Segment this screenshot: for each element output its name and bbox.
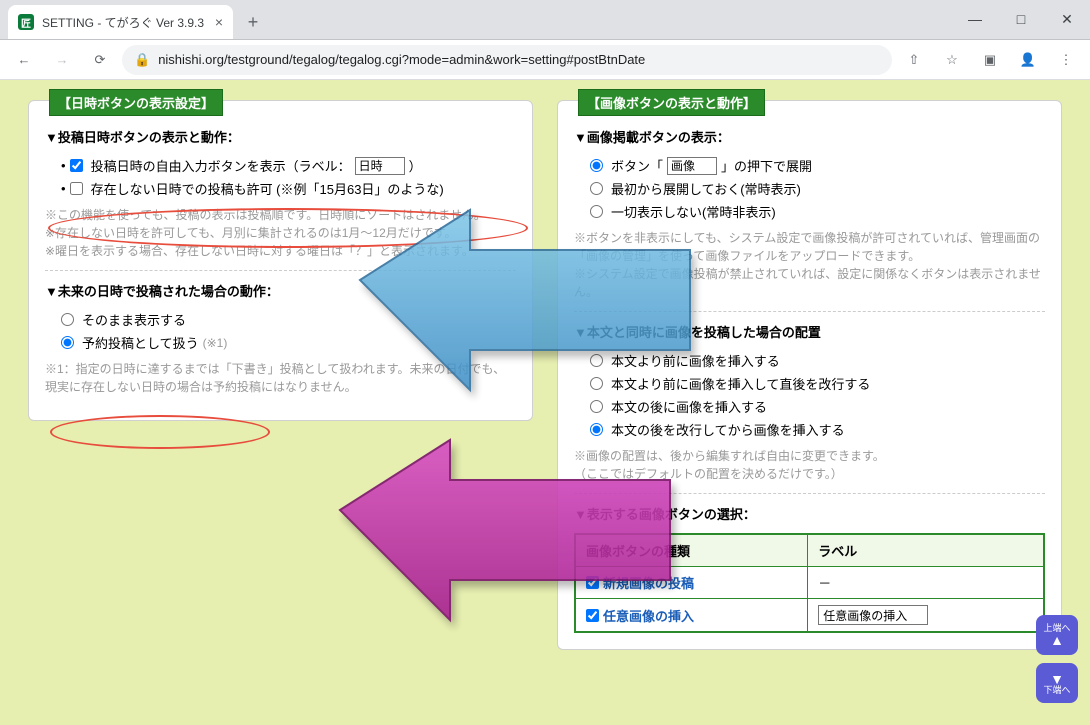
section-head-future: ▼未来の日時で投稿された場合の動作： [45,281,516,300]
radio-pos-after[interactable] [590,400,603,413]
browser-tab[interactable]: 匠 SETTING - てがろぐ Ver 3.9.3 × [8,5,233,39]
note-image-display: ※ボタンを非表示にしても、システム設定で画像投稿が許可されていれば、管理画面の「… [574,229,1045,301]
right-column: 【画像ボタンの表示と動作】 ▼画像掲載ボタンの表示： ボタン「 」の押下で展開 … [557,100,1062,705]
option-show-as-is: そのまま表示する [61,310,516,329]
badge-down-label: 下端へ [1043,686,1070,695]
label-expand-post: 」の押下で展開 [721,156,812,175]
table-row: 新規画像の投稿 － [575,567,1044,599]
radio-never-show[interactable] [590,205,603,218]
panel-title-image: 【画像ボタンの表示と動作】 [578,89,765,116]
label-pos-after: 本文の後に画像を挿入する [611,397,767,416]
radio-pos-after-br[interactable] [590,423,603,436]
close-window-icon[interactable]: ✕ [1044,0,1090,39]
address-bar: ← → ⟳ 🔒 nishishi.org/testground/tegalog/… [0,40,1090,80]
radio-scheduled[interactable] [61,336,74,349]
label-pos-after-br: 本文の後を改行してから画像を挿入する [611,420,845,439]
triangle-up-icon: ▲ [1050,633,1064,647]
page-viewport: 【日時ボタンの表示設定】 ▼投稿日時ボタンの表示と動作： • 投稿日時の自由入力… [0,80,1090,725]
option-always-show: 最初から展開しておく(常時表示) [590,179,1045,198]
option-expand-on-press: ボタン「 」の押下で展開 [590,156,1045,175]
left-column: 【日時ボタンの表示設定】 ▼投稿日時ボタンの表示と動作： • 投稿日時の自由入力… [28,100,533,705]
maximize-icon[interactable]: □ [998,0,1044,39]
forward-button: → [46,44,78,76]
radio-expand-press[interactable] [590,159,603,172]
section-head-image-display: ▼画像掲載ボタンの表示： [574,127,1045,146]
share-icon[interactable]: ⇧ [898,44,930,76]
url-field[interactable]: 🔒 nishishi.org/testground/tegalog/tegalo… [122,45,892,75]
url-text: nishishi.org/testground/tegalog/tegalog.… [158,52,645,67]
datetime-panel: 【日時ボタンの表示設定】 ▼投稿日時ボタンの表示と動作： • 投稿日時の自由入力… [28,100,533,421]
extensions-icon[interactable]: ▣ [974,44,1006,76]
checkbox-new-image[interactable] [586,576,599,589]
cell-any-image: 任意画像の挿入 [603,606,694,625]
option-never-show: 一切表示しない(常時非表示) [590,202,1045,221]
back-button[interactable]: ← [8,44,40,76]
label-pos-before: 本文より前に画像を挿入する [611,351,780,370]
option-allow-invalid-date: • 存在しない日時での投稿も許可 (※例「15月63日」のような) [61,179,516,198]
radio-show-as-is[interactable] [61,313,74,326]
note-image-position: ※画像の配置は、後から編集すれば自由に変更できます。 （ここではデフォルトの配置… [574,447,1045,483]
divider [574,493,1045,494]
section-head-image-buttons: ▼表示する画像ボタンの選択： [574,504,1045,523]
cell-new-image: 新規画像の投稿 [603,573,694,592]
label-show-datetime-post: ） [409,156,422,175]
bookmark-icon[interactable]: ☆ [936,44,968,76]
radio-pos-before-br[interactable] [590,377,603,390]
th-label: ラベル [808,534,1044,567]
divider [45,270,516,271]
option-pos-before: 本文より前に画像を挿入する [590,351,1045,370]
checkbox-allow-invalid[interactable] [70,182,83,195]
new-tab-button[interactable]: + [239,8,267,36]
lock-icon: 🔒 [134,52,150,68]
panel-title-datetime: 【日時ボタンの表示設定】 [49,89,223,116]
section-head-image-position: ▼本文と同時に画像を投稿した場合の配置 [574,322,1045,341]
label-pos-before-br: 本文より前に画像を挿入して直後を改行する [611,374,870,393]
label-allow-invalid: 存在しない日時での投稿も許可 (※例「15月63日」のような) [91,179,444,198]
favicon-icon: 匠 [18,14,34,30]
scroll-top-button[interactable]: 上端へ ▲ [1036,615,1078,655]
label-show-as-is: そのまま表示する [82,310,186,329]
input-image-label[interactable] [667,157,717,175]
label-expand-pre: ボタン「 [611,156,663,175]
label-always-show: 最初から展開しておく(常時表示) [611,179,801,198]
tab-title: SETTING - てがろぐ Ver 3.9.3 [42,14,204,31]
table-row: 任意画像の挿入 [575,599,1044,633]
option-pos-before-br: 本文より前に画像を挿入して直後を改行する [590,374,1045,393]
label-show-datetime-pre: 投稿日時の自由入力ボタンを表示（ラベル： [91,156,351,175]
label-scheduled: 予約投稿として扱う [82,333,199,352]
browser-tab-strip: 匠 SETTING - てがろぐ Ver 3.9.3 × + — □ ✕ [0,0,1090,40]
option-show-datetime-button: • 投稿日時の自由入力ボタンを表示（ラベル： ） [61,156,516,175]
divider [574,311,1045,312]
profile-icon[interactable]: 👤 [1012,44,1044,76]
image-button-table: 画像ボタンの種類 ラベル 新規画像の投稿 － 任意画像の挿入 [574,533,1045,633]
menu-icon[interactable]: ⋮ [1050,44,1082,76]
label-never-show: 一切表示しない(常時非表示) [611,202,776,221]
radio-pos-before[interactable] [590,354,603,367]
note-future: ※1：指定の日時に達するまでは「下書き」投稿として扱われます。未来の日付でも、現… [45,360,516,396]
input-any-image-label[interactable] [818,605,928,625]
checkbox-any-image[interactable] [586,609,599,622]
close-tab-icon[interactable]: × [215,14,223,30]
checkbox-show-datetime[interactable] [70,159,83,172]
label-scheduled-suffix: (※1) [203,336,228,350]
scroll-bottom-button[interactable]: ▼ 下端へ [1036,663,1078,703]
th-type: 画像ボタンの種類 [575,534,808,567]
option-pos-after-br: 本文の後を改行してから画像を挿入する [590,420,1045,439]
radio-always-show[interactable] [590,182,603,195]
minimize-icon[interactable]: — [952,0,998,39]
input-datetime-label[interactable] [355,157,405,175]
image-panel: 【画像ボタンの表示と動作】 ▼画像掲載ボタンの表示： ボタン「 」の押下で展開 … [557,100,1062,650]
option-pos-after: 本文の後に画像を挿入する [590,397,1045,416]
option-scheduled-post: 予約投稿として扱う (※1) [61,333,516,352]
note-datetime: ※この機能を使っても、投稿の表示は投稿順です。日時順にソートはされません。 ※存… [45,206,516,260]
section-head-display: ▼投稿日時ボタンの表示と動作： [45,127,516,146]
reload-button[interactable]: ⟳ [84,44,116,76]
cell-new-image-label: － [808,567,1044,599]
triangle-down-icon: ▼ [1050,672,1064,686]
